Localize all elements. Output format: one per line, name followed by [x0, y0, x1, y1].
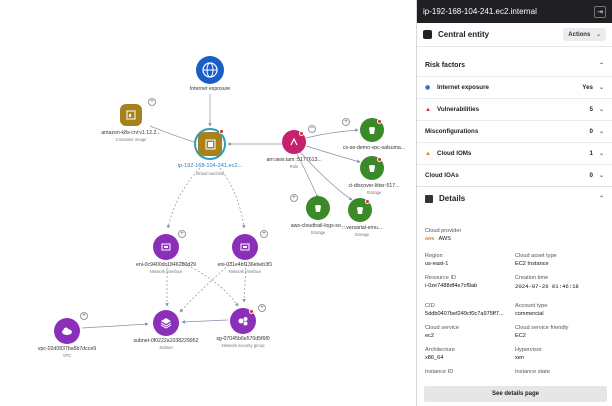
detail-architecture: Architecture x86_64: [425, 347, 455, 361]
vpc-label: vpc-02d0837ba5b7dcce9: [37, 346, 97, 352]
chevron-down-icon: ⌄: [598, 85, 604, 91]
chevron-up-icon: ⌃: [598, 62, 604, 69]
chevron-down-icon: ⌄: [598, 107, 604, 113]
vm-type: Virtual machine: [195, 171, 225, 176]
globe-icon[interactable]: [196, 56, 224, 84]
globe-icon: ◉: [425, 85, 431, 91]
detail-cloud-service: Cloud service ec2: [425, 325, 459, 339]
bucket3-label: aws-cloudtrail-logs-so...: [290, 223, 346, 229]
expand-bucket1-icon[interactable]: +: [342, 118, 350, 126]
bucket4-label: ...versarial-emu...: [341, 225, 383, 231]
triangle-icon: ▲: [425, 106, 431, 113]
container-image-label: amazon-k8s-cni:v1.12.2...: [101, 130, 161, 136]
detail-cid: CID 5ddb0407bef249cf0c7a975ff7...: [425, 303, 504, 317]
expand-sg-icon[interactable]: +: [258, 304, 266, 312]
edge-vpc-subnet: [81, 322, 149, 329]
container-image-type: Container image: [115, 137, 147, 142]
entity-icon: [423, 30, 432, 39]
expand-vpc-icon[interactable]: +: [80, 312, 88, 320]
details-title: Details: [439, 194, 466, 203]
eni1-type: Network interface: [149, 269, 183, 274]
risk-factors-title: Risk factors: [425, 61, 466, 69]
container-image-node[interactable]: [120, 104, 142, 126]
bucket1-label: cs-se-demo-vpc-salsuma...: [342, 145, 406, 151]
actions-button[interactable]: Actions ⌄: [563, 28, 606, 41]
aws-logo-icon: aws: [425, 236, 435, 242]
sg-type: Network security group: [221, 343, 265, 348]
edge-vm-eni2: [219, 167, 246, 229]
central-entity-title: Central entity: [438, 30, 490, 39]
graph-canvas[interactable]: Internet exposure + amazon-k8s-cni:v1.12…: [0, 0, 416, 406]
vm-alert-badge: [219, 129, 224, 134]
detail-instance-state: Instance state: [515, 369, 550, 375]
edge-sg-subnet: [181, 319, 229, 324]
detail-resource-id: Resource ID i-0ze7488df4e7cf9ab: [425, 275, 478, 289]
detail-hypervisor: Hypervisor xen: [515, 347, 542, 361]
role-label: arn:aws:iam::5177613...: [266, 157, 322, 163]
bucket2-type: Storage: [366, 190, 382, 195]
edge-vm-eni1: [166, 167, 201, 229]
vpc-type: VPC: [62, 353, 72, 358]
details-icon: [425, 194, 433, 203]
eni2-label: eni-031e4bf136ebeb3f1: [217, 262, 273, 268]
chevron-down-icon: ⌄: [595, 32, 601, 38]
detail-instance-id: Instance ID: [425, 369, 454, 375]
detail-asset-type: Cloud asset type EC2 Instance: [515, 253, 557, 267]
subnet-node[interactable]: [153, 310, 179, 336]
entity-detail-panel: ip-192-168-104-241.ec2.internal ⇥ Centra…: [416, 0, 612, 406]
panel-header: ip-192-168-104-241.ec2.internal ⇥: [417, 0, 612, 23]
sg-label: sg-07045b6e570d5f6f0: [216, 336, 270, 342]
eni-node-2[interactable]: [232, 234, 258, 260]
chevron-down-icon: ⌄: [598, 173, 604, 179]
expand-bucket3-icon[interactable]: +: [290, 194, 298, 202]
detail-creation-time: Creation time 2024-07-26 01:46:18: [515, 275, 579, 290]
bucket3-type: Storage: [310, 230, 326, 235]
risk-factors-header[interactable]: Risk factors ⌃: [417, 54, 612, 76]
chevron-up-icon: ⌃: [598, 196, 604, 202]
collapse-panel-icon[interactable]: ⇥: [594, 5, 606, 18]
detail-cloud-service-friendly: Cloud service friendly EC2: [515, 325, 569, 339]
bucket-node-3[interactable]: [306, 196, 330, 220]
eni1-label: eni-0c9400dc1846280d29: [136, 262, 196, 268]
detail-region: Region us-east-1: [425, 253, 449, 267]
bucket2-label: ci-discover-litter-517...: [348, 183, 400, 189]
expand-eni2-icon[interactable]: +: [260, 230, 268, 238]
collapse-role-icon[interactable]: −: [308, 125, 316, 133]
see-details-page-button[interactable]: See details page: [424, 386, 607, 402]
bucket4-alert-badge: [365, 199, 370, 204]
chevron-down-icon: ⌄: [598, 129, 604, 135]
risk-row-vulnerabilities[interactable]: ▲ Vulnerabilities 5 ⌄: [417, 98, 612, 120]
role-alert-badge: [299, 131, 304, 136]
vpc-node[interactable]: [54, 318, 80, 344]
risk-row-internet-exposure[interactable]: ◉ Internet exposure Yes ⌄: [417, 76, 612, 98]
chevron-down-icon: ⌄: [598, 151, 604, 157]
risk-row-misconfigurations[interactable]: Misconfigurations 0 ⌄: [417, 120, 612, 142]
triangle-icon: ▲: [425, 150, 431, 157]
central-entity-row: Central entity Actions ⌄: [417, 23, 612, 47]
role-type: Role: [289, 164, 299, 169]
eni2-type: Network interface: [228, 269, 262, 274]
vm-label: ip-192-168-104-241.ec2...: [177, 163, 243, 169]
risk-row-cloud-ioms[interactable]: ▲ Cloud IOMs 1 ⌄: [417, 142, 612, 164]
sg-alert-badge: [249, 309, 254, 314]
internet-exposure-label: Internet exposure: [189, 86, 231, 92]
subnet-label: subnet-0f0222a1038229952: [133, 338, 199, 344]
panel-title: ip-192-168-104-241.ec2.internal: [423, 7, 537, 16]
bucket4-type: Storage: [354, 232, 370, 237]
subnet-type: Subnet: [159, 345, 173, 350]
bucket2-alert-badge: [377, 157, 382, 162]
detail-account-type: Account type commercial: [515, 303, 548, 317]
expand-image-icon[interactable]: +: [148, 98, 156, 106]
eni-node-1[interactable]: [153, 234, 179, 260]
bucket1-alert-badge: [377, 119, 382, 124]
detail-cloud-provider: Cloud provider aws AWS: [425, 228, 462, 242]
details-header[interactable]: Details ⌃: [417, 186, 612, 210]
risk-row-cloud-ioas[interactable]: Cloud IOAs 0 ⌄: [417, 164, 612, 186]
edge-eni2-subnet: [179, 261, 233, 313]
expand-eni1-icon[interactable]: +: [178, 230, 186, 238]
